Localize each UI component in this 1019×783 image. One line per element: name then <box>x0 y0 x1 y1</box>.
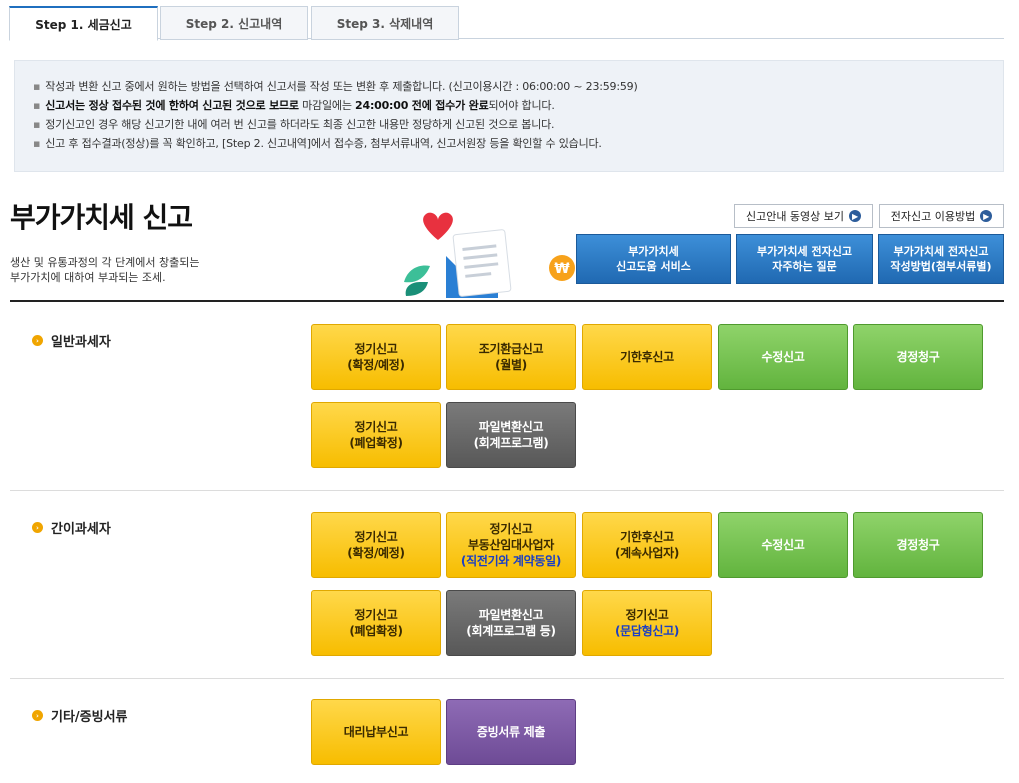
tab-step2-filing-history[interactable]: Step 2. 신고내역 <box>160 6 308 40</box>
tab-bar: Step 1. 세금신고 Step 2. 신고내역 Step 3. 삭제내역 <box>9 6 1004 41</box>
efiling-guide-button[interactable]: 부가가치세 전자신고 작성방법(첨부서류별) <box>878 234 1004 284</box>
efiling-faq-button[interactable]: 부가가치세 전자신고 자주하는 질문 <box>736 234 873 284</box>
document-illustration-icon: ₩ <box>404 212 575 298</box>
notice-line-4: ▪ 신고 후 접수결과(정상)를 꼭 확인하고, [Step 2. 신고내역]에서… <box>33 137 602 150</box>
bullet-icon: › <box>32 522 43 533</box>
notice-line-3: ▪ 정기신고인 경우 해당 신고기한 내에 여러 번 신고를 하더라도 최종 신고… <box>33 118 555 131</box>
simple-late-filing-button[interactable]: 기한후신고 (계속사업자) <box>582 512 712 578</box>
simple-file-conversion-button[interactable]: 파일변환신고 (회계프로그램 등) <box>446 590 576 656</box>
general-closure-filing-button[interactable]: 정기신고 (폐업확정) <box>311 402 441 468</box>
page-description: 생산 및 유통과정의 각 단계에서 창출되는 부가가치에 대하여 부과되는 조세… <box>10 256 200 284</box>
section-divider <box>10 678 1004 679</box>
guide-video-link[interactable]: 신고안내 동영상 보기 ▶ <box>734 204 873 228</box>
page-title: 부가가치세 신고 <box>10 201 193 234</box>
efiling-usage-label: 전자신고 이용방법 <box>890 210 976 223</box>
general-regular-filing-button[interactable]: 정기신고 (확정/예정) <box>311 324 441 390</box>
simple-closure-filing-button[interactable]: 정기신고 (폐업확정) <box>311 590 441 656</box>
general-file-conversion-button[interactable]: 파일변환신고 (회계프로그램) <box>446 402 576 468</box>
bullet-icon: › <box>32 710 43 721</box>
filing-help-service-button[interactable]: 부가가치세 신고도움 서비스 <box>576 234 731 284</box>
general-late-filing-button[interactable]: 기한후신고 <box>582 324 712 390</box>
bullet-icon: › <box>32 335 43 346</box>
simple-correction-claim-button[interactable]: 경정청구 <box>853 512 983 578</box>
title-divider <box>10 300 1004 302</box>
proxy-payment-filing-button[interactable]: 대리납부신고 <box>311 699 441 765</box>
notice-box: ▪ 작성과 변환 신고 중에서 원하는 방법을 선택하여 신고서를 작성 또는 변… <box>14 60 1004 172</box>
simple-qna-filing-button[interactable]: 정기신고 (문답형신고) <box>582 590 712 656</box>
arrow-right-icon: ▶ <box>849 210 862 222</box>
section-divider <box>10 490 1004 491</box>
notice-line-1: ▪ 작성과 변환 신고 중에서 원하는 방법을 선택하여 신고서를 작성 또는 변… <box>33 80 638 93</box>
tab-step3-deletion-history[interactable]: Step 3. 삭제내역 <box>311 6 459 40</box>
svg-text:₩: ₩ <box>554 261 570 277</box>
section-other-documents-label: › 기타/증빙서류 <box>32 706 128 725</box>
guide-video-label: 신고안내 동영상 보기 <box>745 210 845 223</box>
simple-real-estate-filing-button[interactable]: 정기신고 부동산임대사업자 (직전기와 계약동일) <box>446 512 576 578</box>
efiling-usage-link[interactable]: 전자신고 이용방법 ▶ <box>879 204 1004 228</box>
arrow-right-icon: ▶ <box>980 210 993 222</box>
simple-regular-filing-button[interactable]: 정기신고 (확정/예정) <box>311 512 441 578</box>
section-simplified-taxpayer-label: › 간이과세자 <box>32 518 111 537</box>
tab-step1-tax-filing[interactable]: Step 1. 세금신고 <box>9 6 158 41</box>
notice-line-2: ▪ 신고서는 정상 접수된 것에 한하여 신고된 것으로 보므로 마감일에는 24… <box>33 99 555 112</box>
section-general-taxpayer-label: › 일반과세자 <box>32 331 111 350</box>
general-amended-filing-button[interactable]: 수정신고 <box>718 324 848 390</box>
general-early-refund-button[interactable]: 조기환급신고 (월별) <box>446 324 576 390</box>
simple-amended-filing-button[interactable]: 수정신고 <box>718 512 848 578</box>
general-correction-claim-button[interactable]: 경정청구 <box>853 324 983 390</box>
evidence-submission-button[interactable]: 증빙서류 제출 <box>446 699 576 765</box>
